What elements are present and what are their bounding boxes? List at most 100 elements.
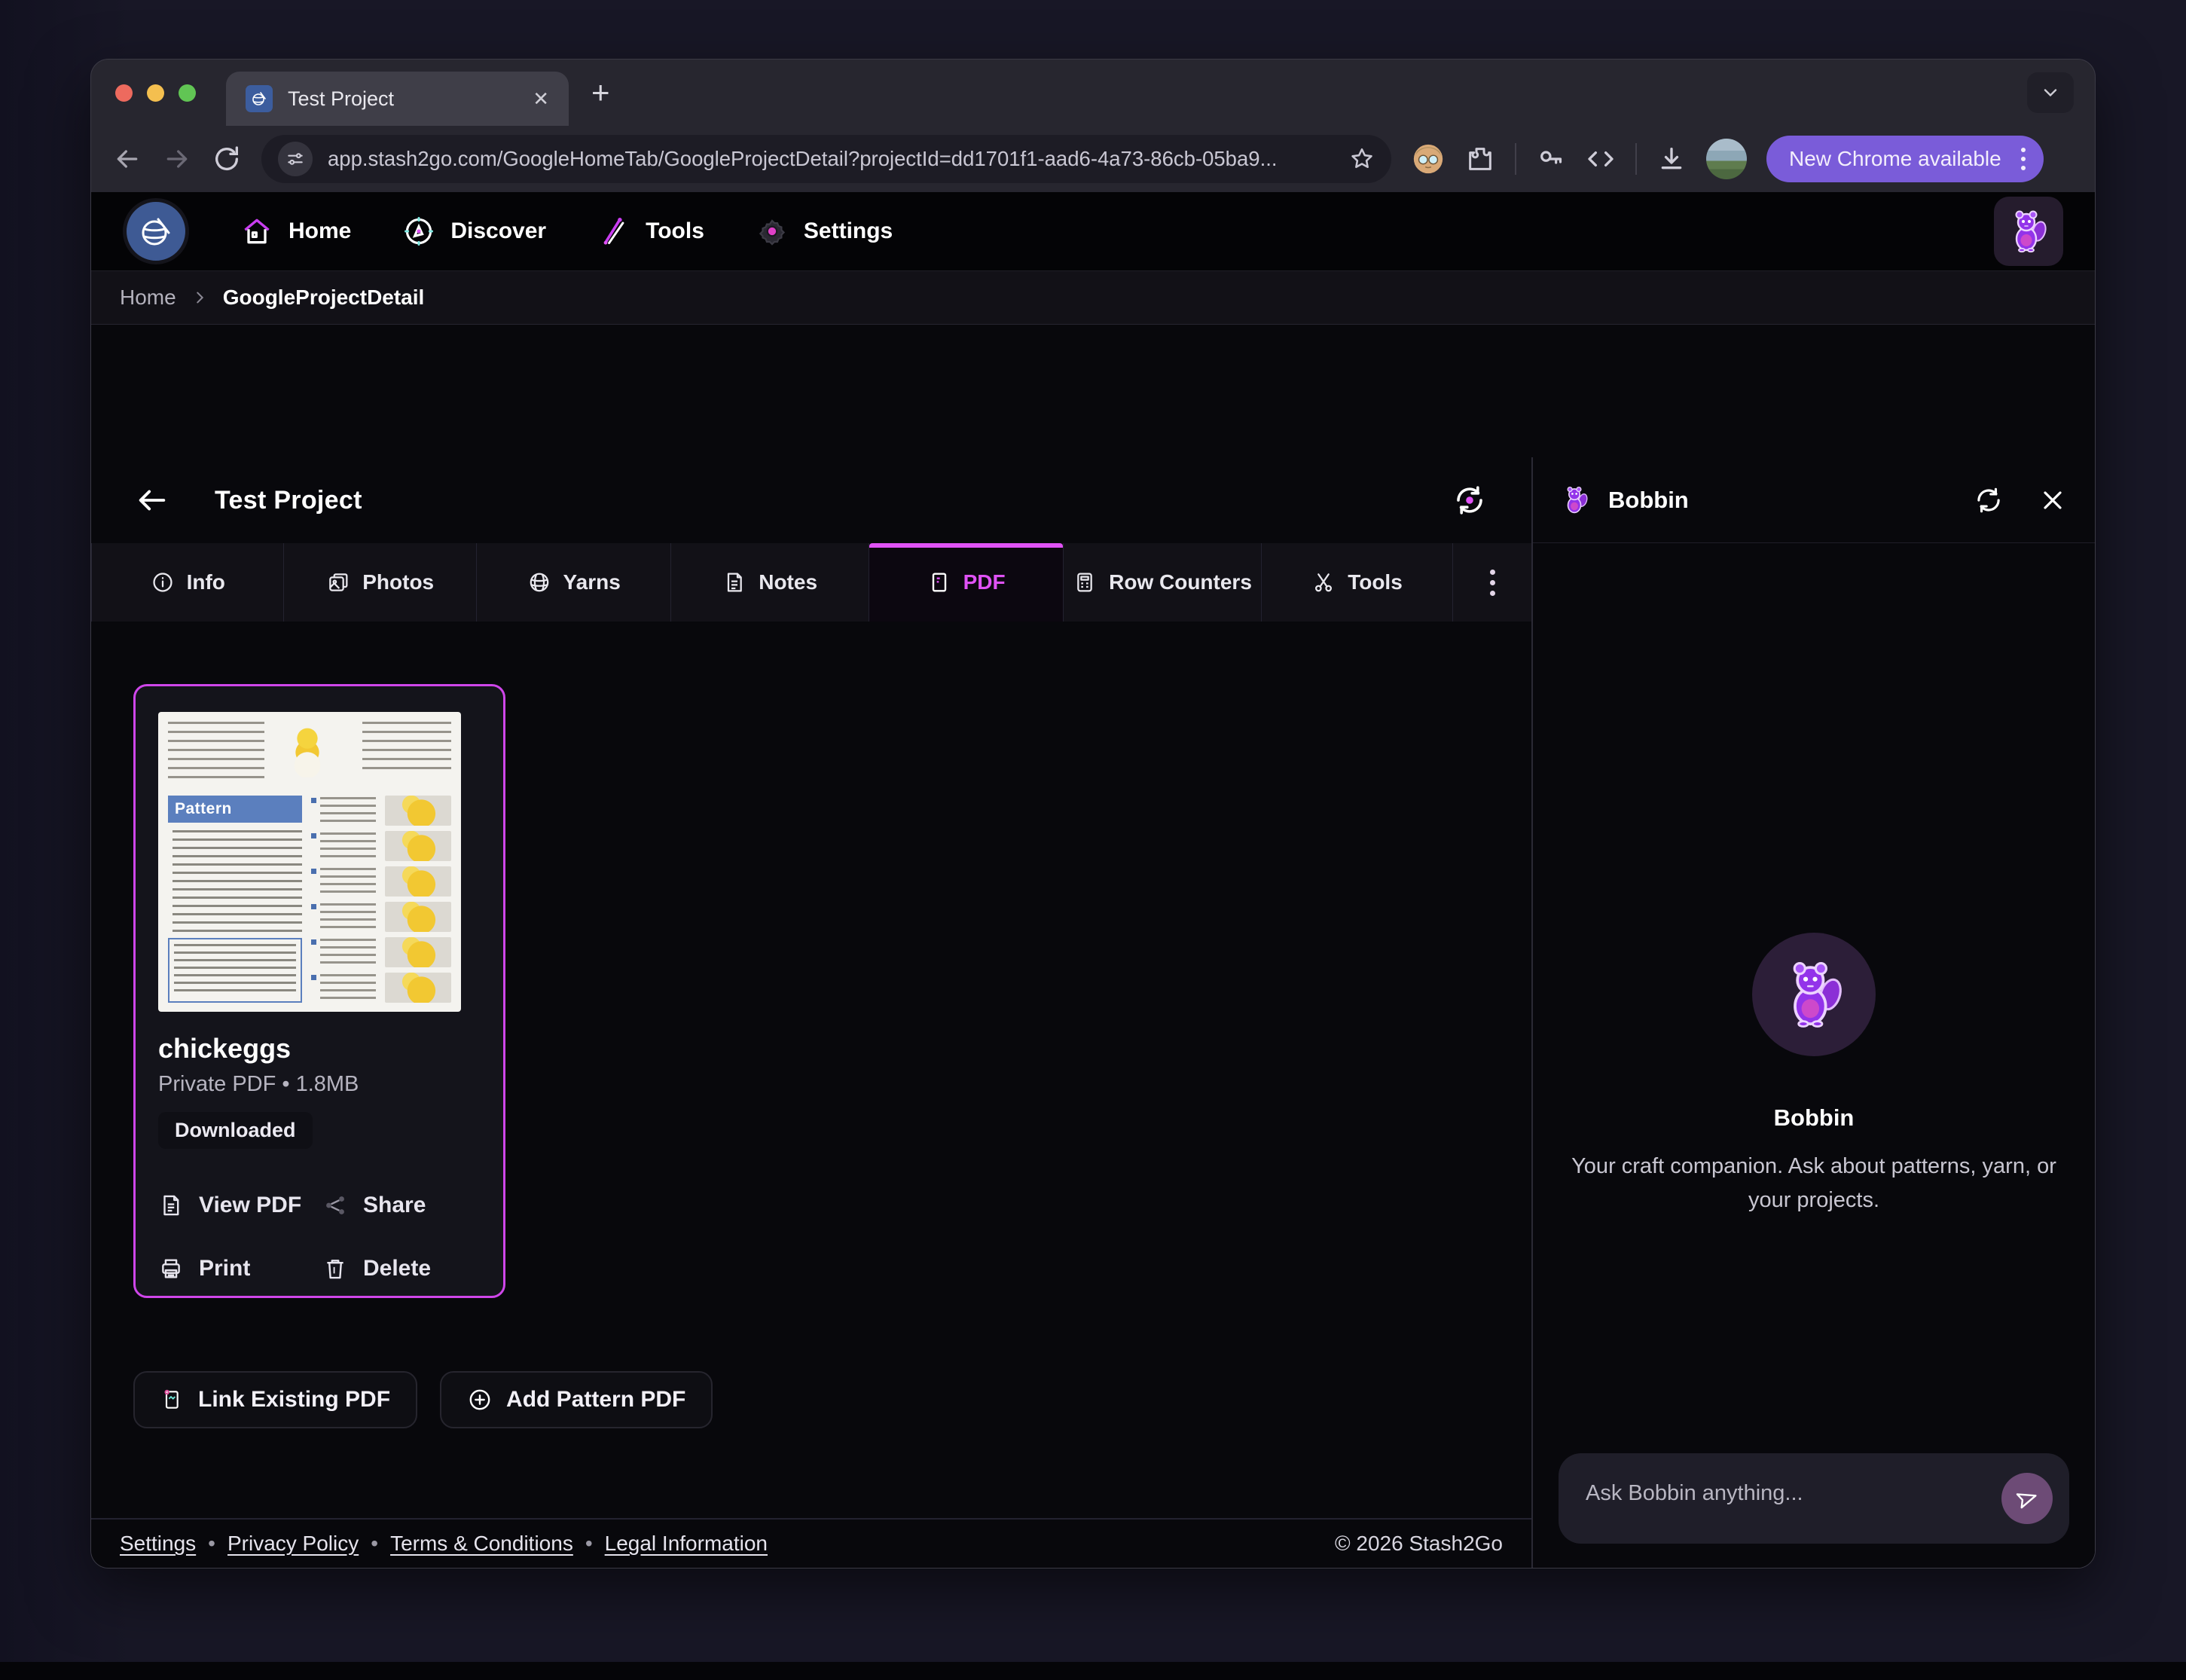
thumb-numbered-list	[172, 830, 302, 932]
view-pdf-label: View PDF	[199, 1193, 302, 1217]
share-button[interactable]: Share	[322, 1193, 481, 1218]
nav-item-tools[interactable]: Tools	[597, 215, 704, 248]
thumb-chick-photo	[284, 722, 331, 777]
page-title: Test Project	[215, 485, 362, 515]
pdf-meta: Private PDF • 1.8MB	[158, 1072, 359, 1096]
downloaded-badge: Downloaded	[158, 1112, 313, 1149]
bobbin-panel-title: Bobbin	[1608, 486, 1689, 513]
breadcrumb: Home GoogleProjectDetail	[91, 270, 2095, 325]
new-tab-button[interactable]: +	[591, 77, 610, 108]
thumb-bullet-column	[311, 796, 376, 1003]
yarn-ball-icon	[142, 218, 170, 246]
extensions-puzzle-icon[interactable]	[1465, 144, 1495, 174]
send-message-button[interactable]	[2001, 1473, 2053, 1524]
nav-item-discover[interactable]: Discover	[402, 215, 546, 248]
browser-toolbar: app.stash2go.com/GoogleHomeTab/GooglePro…	[91, 126, 2095, 192]
bobbin-chat-input[interactable]	[1559, 1480, 2069, 1517]
url-text: app.stash2go.com/GoogleHomeTab/GooglePro…	[328, 147, 1278, 170]
profile-avatar[interactable]	[1706, 139, 1747, 179]
footer-link-legal[interactable]: Legal Information	[605, 1532, 768, 1556]
linked-document-icon	[164, 1389, 179, 1409]
bobbin-mascot-button[interactable]	[1994, 197, 2063, 266]
tab-label: Yarns	[563, 570, 621, 594]
chrome-update-button[interactable]: New Chrome available	[1766, 136, 2044, 182]
browser-menu-kebab-icon[interactable]	[2015, 148, 2032, 170]
tab-label: Notes	[759, 570, 818, 594]
bookmark-star-icon[interactable]	[1349, 146, 1375, 172]
devtools-code-icon[interactable]	[1586, 144, 1616, 174]
browser-tab[interactable]: Test Project ✕	[226, 72, 569, 126]
project-detail-main: Test Project Info Photos Yarns Notes PDF…	[91, 457, 1531, 1568]
tabs-overflow-button[interactable]	[1453, 543, 1531, 622]
bobbin-panel-header: Bobbin	[1533, 457, 2095, 543]
note-icon	[728, 573, 743, 592]
thumb-photo-column	[385, 796, 451, 1003]
breadcrumb-home-link[interactable]: Home	[120, 286, 176, 310]
refresh-chat-button[interactable]	[1973, 484, 2004, 516]
pdf-title: chickeggs	[158, 1033, 292, 1064]
tab-search-chevron-button[interactable]	[2027, 72, 2074, 113]
toolbar-divider	[1515, 143, 1516, 175]
tab-notes[interactable]: Notes	[671, 543, 869, 622]
browser-tab-strip: Test Project ✕ +	[91, 60, 2095, 126]
pdf-icon	[932, 573, 946, 592]
maximize-window-button[interactable]	[179, 84, 196, 102]
toolbar-divider	[1635, 143, 1637, 175]
add-pattern-pdf-label: Add Pattern PDF	[506, 1387, 686, 1412]
nav-label: Discover	[450, 218, 547, 243]
link-existing-pdf-button[interactable]: Link Existing PDF	[133, 1371, 418, 1428]
thumb-text-block	[168, 722, 264, 779]
pdf-card[interactable]: Pattern chickeggs Private PDF • 1.8MB Do…	[133, 684, 505, 1298]
passwords-key-icon[interactable]	[1536, 144, 1566, 174]
home-icon	[244, 218, 270, 244]
tab-photos[interactable]: Photos	[284, 543, 477, 622]
scissors-icon	[1315, 573, 1333, 592]
close-tab-icon[interactable]: ✕	[533, 87, 549, 111]
site-settings-icon[interactable]	[278, 142, 313, 176]
footer-link-terms[interactable]: Terms & Conditions	[390, 1532, 573, 1556]
reload-button[interactable]	[212, 144, 242, 174]
close-panel-button[interactable]	[2038, 485, 2068, 515]
project-header: Test Project	[91, 457, 1531, 543]
tab-label: PDF	[963, 570, 1006, 594]
tab-label: Info	[186, 570, 225, 594]
counter-icon	[1077, 573, 1092, 592]
footer-separator: •	[371, 1532, 379, 1555]
sync-button[interactable]	[1452, 482, 1488, 518]
tab-pdf[interactable]: PDF	[869, 543, 1064, 622]
close-window-button[interactable]	[115, 84, 133, 102]
yarn-ball-icon	[252, 92, 266, 105]
desktop-bottom-strip	[0, 1662, 2186, 1680]
footer-link-privacy-policy[interactable]: Privacy Policy	[227, 1532, 359, 1556]
app-logo[interactable]	[123, 198, 189, 264]
tab-yarns[interactable]: Yarns	[477, 543, 672, 622]
tab-label: Row Counters	[1109, 570, 1252, 594]
window-controls	[115, 84, 196, 102]
nav-item-home[interactable]: Home	[240, 215, 351, 248]
view-pdf-button[interactable]: View PDF	[158, 1193, 322, 1218]
user-avatar-icon[interactable]	[1411, 142, 1446, 176]
address-bar[interactable]: app.stash2go.com/GoogleHomeTab/GooglePro…	[261, 135, 1391, 183]
tab-row-counters[interactable]: Row Counters	[1064, 543, 1262, 622]
back-arrow-button[interactable]	[135, 483, 169, 518]
chevron-down-icon	[2044, 89, 2057, 97]
bobbin-squirrel-icon	[2015, 210, 2047, 253]
downloads-icon[interactable]	[1656, 144, 1687, 174]
minimize-window-button[interactable]	[147, 84, 164, 102]
print-button[interactable]: Print	[158, 1256, 322, 1281]
forward-button[interactable]	[162, 144, 192, 174]
bobbin-description: Your craft companion. Ask about patterns…	[1571, 1154, 2056, 1212]
tab-tools[interactable]: Tools	[1262, 543, 1454, 622]
nav-item-settings[interactable]: Settings	[756, 215, 893, 248]
footer-link-settings[interactable]: Settings	[120, 1532, 196, 1556]
compass-icon	[405, 217, 434, 246]
delete-button[interactable]: Delete	[322, 1256, 481, 1281]
add-pattern-pdf-button[interactable]: Add Pattern PDF	[440, 1371, 713, 1428]
bobbin-squirrel-icon	[1567, 486, 1588, 513]
share-label: Share	[363, 1193, 426, 1217]
tab-info[interactable]: Info	[91, 543, 285, 622]
thumb-note-box	[168, 938, 302, 1003]
pdf-thumbnail[interactable]: Pattern	[158, 712, 461, 1012]
back-button[interactable]	[112, 144, 142, 174]
nav-label: Settings	[803, 218, 893, 243]
